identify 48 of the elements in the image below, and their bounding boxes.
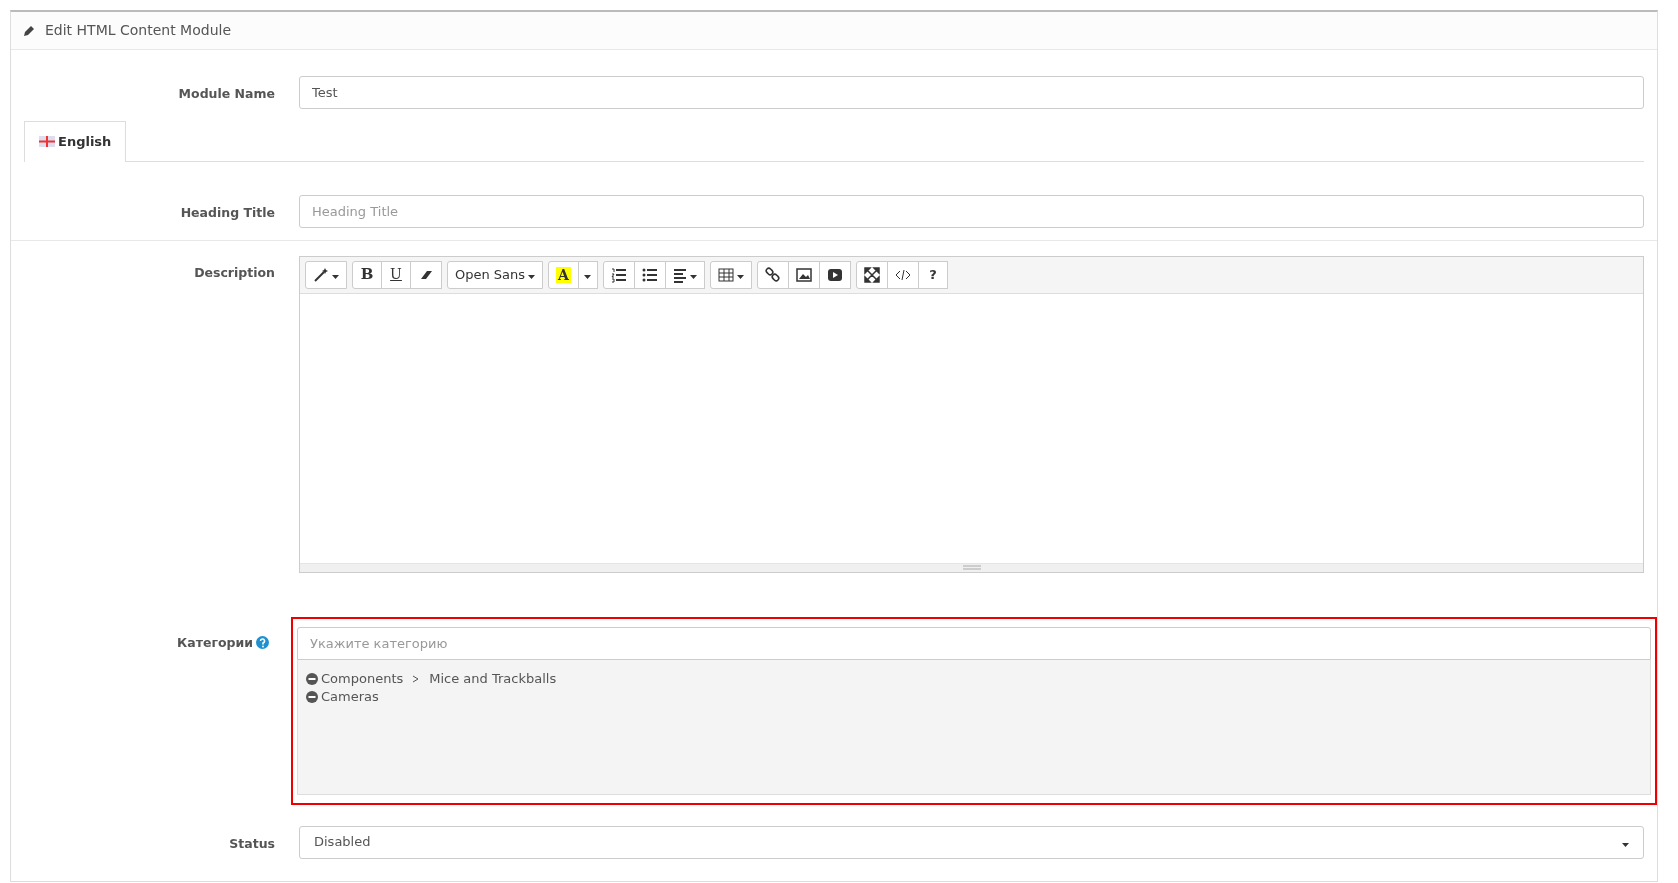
heading-title-field[interactable]: Heading Title bbox=[299, 194, 1644, 228]
ul-button[interactable] bbox=[633, 260, 666, 289]
underline-button[interactable]: U bbox=[381, 260, 411, 289]
bold-button[interactable]: B bbox=[352, 260, 382, 289]
category-name: Components bbox=[321, 669, 404, 688]
field-label: Heading Title bbox=[180, 204, 275, 220]
field-label: Категории bbox=[177, 634, 253, 650]
bullet-list-icon bbox=[641, 266, 658, 283]
remove-icon[interactable] bbox=[306, 672, 318, 685]
remove-icon[interactable] bbox=[306, 690, 318, 703]
chevron-icon bbox=[412, 674, 421, 683]
code-button[interactable] bbox=[886, 260, 919, 289]
category-search-field[interactable]: Укажите категорию bbox=[297, 626, 1651, 660]
field-label: Status bbox=[229, 835, 275, 851]
status-select[interactable]: Disabled bbox=[299, 825, 1644, 859]
category-name: Mice and Trackballs bbox=[429, 669, 557, 688]
language-tab[interactable]: English bbox=[24, 121, 127, 162]
picture-icon bbox=[795, 266, 812, 283]
fullscreen-icon bbox=[863, 266, 880, 283]
magic-wand-icon bbox=[313, 266, 329, 283]
panel-title: Edit HTML Content Module bbox=[45, 21, 231, 40]
field-label: Description bbox=[194, 264, 275, 280]
field-label: Module Name bbox=[178, 86, 275, 101]
ol-button[interactable] bbox=[602, 260, 635, 289]
text-color-button[interactable]: A bbox=[548, 260, 579, 289]
rich-text-editor[interactable]: B U Open Sans A ? bbox=[299, 255, 1644, 573]
table-dropdown[interactable] bbox=[709, 260, 752, 289]
help-button[interactable]: ? bbox=[917, 260, 948, 289]
font-dropdown[interactable]: Open Sans bbox=[447, 260, 544, 289]
module-name-field[interactable]: Test bbox=[299, 76, 1644, 109]
category-name: Cameras bbox=[321, 687, 379, 706]
video-button[interactable] bbox=[818, 260, 851, 289]
eraser-button[interactable] bbox=[410, 260, 442, 289]
table-icon bbox=[717, 266, 734, 283]
numbered-list-icon bbox=[610, 266, 627, 283]
style-dropdown[interactable] bbox=[305, 260, 347, 289]
flag-icon bbox=[39, 136, 55, 148]
align-dropdown[interactable] bbox=[664, 260, 705, 289]
color-dropdown[interactable] bbox=[577, 260, 598, 289]
help-icon bbox=[256, 635, 269, 649]
play-icon bbox=[826, 266, 843, 283]
link-icon bbox=[764, 266, 781, 283]
link-button[interactable] bbox=[756, 260, 789, 289]
fullscreen-button[interactable] bbox=[855, 260, 888, 289]
pencil-icon bbox=[23, 24, 35, 37]
resize-handle-icon bbox=[962, 565, 981, 570]
align-left-icon bbox=[672, 266, 687, 283]
picture-button[interactable] bbox=[787, 260, 820, 289]
